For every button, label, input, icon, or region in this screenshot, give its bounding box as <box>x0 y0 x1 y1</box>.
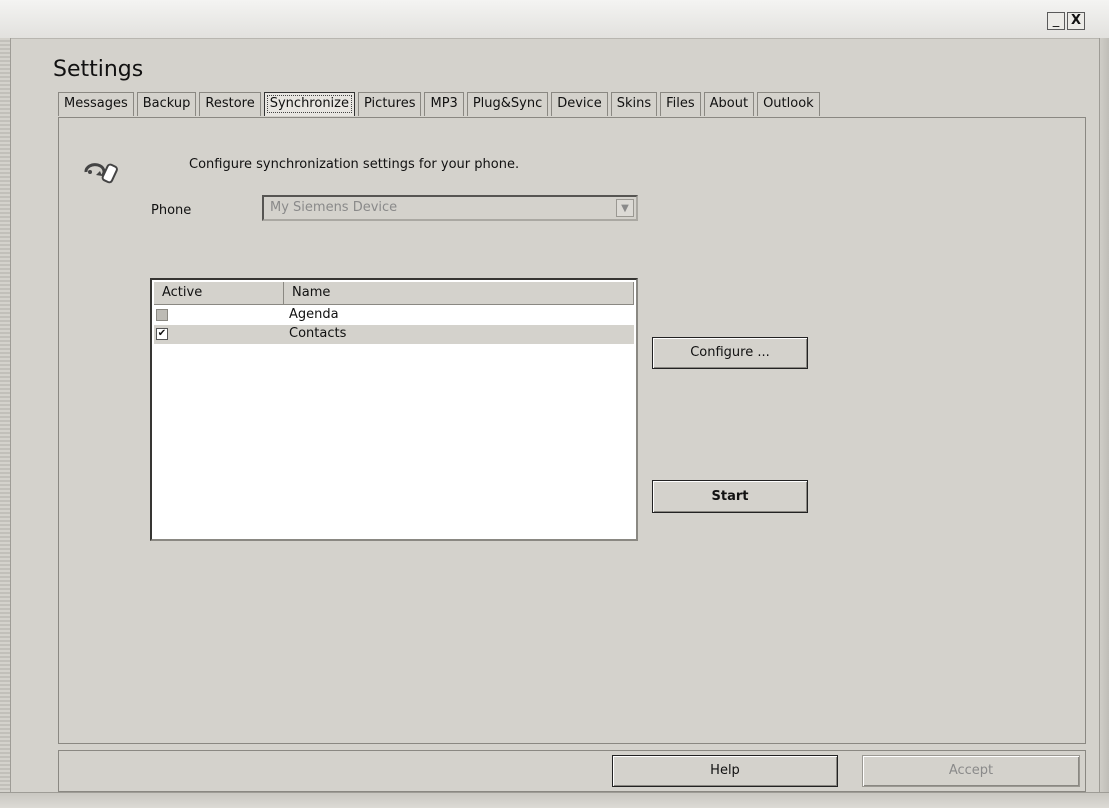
tab-bar: Messages Backup Restore Synchronize Pict… <box>58 92 823 118</box>
column-header-name[interactable]: Name <box>284 282 634 304</box>
active-checkbox[interactable]: ✔ <box>156 328 168 340</box>
tab-plugsync[interactable]: Plug&Sync <box>466 92 549 116</box>
right-frame <box>1099 38 1109 807</box>
configure-button[interactable]: Configure ... <box>652 337 808 369</box>
accept-button[interactable]: Accept <box>862 755 1080 787</box>
left-frame <box>0 38 11 807</box>
sync-phone-icon <box>84 163 118 184</box>
start-button[interactable]: Start <box>652 480 808 513</box>
tab-files[interactable]: Files <box>660 92 701 116</box>
sync-items-list: Active Name Agenda ✔ Contacts <box>150 278 638 541</box>
tab-outlook[interactable]: Outlook <box>757 92 820 116</box>
list-header: Active Name <box>154 282 634 305</box>
window-titlebar: _ X <box>0 0 1109 39</box>
list-item[interactable]: Agenda <box>154 306 634 325</box>
chevron-down-icon[interactable]: ▼ <box>616 199 634 217</box>
tab-about[interactable]: About <box>703 92 755 116</box>
close-button[interactable]: X <box>1067 12 1085 30</box>
page-title: Settings <box>53 57 144 82</box>
column-header-active[interactable]: Active <box>154 282 284 304</box>
help-button[interactable]: Help <box>612 755 838 787</box>
bottom-frame <box>0 792 1109 808</box>
tab-restore[interactable]: Restore <box>199 92 261 116</box>
phone-dropdown[interactable]: My Siemens Device ▼ <box>262 195 638 221</box>
tab-device[interactable]: Device <box>551 92 608 116</box>
item-name: Contacts <box>289 326 347 341</box>
tab-mp3[interactable]: MP3 <box>424 92 464 116</box>
tab-synchronize[interactable]: Synchronize <box>263 92 355 116</box>
item-name: Agenda <box>289 307 339 322</box>
phone-dropdown-value: My Siemens Device <box>270 200 398 215</box>
list-item[interactable]: ✔ Contacts <box>154 325 634 344</box>
tab-messages[interactable]: Messages <box>58 92 134 116</box>
tab-skins[interactable]: Skins <box>610 92 658 116</box>
active-checkbox[interactable] <box>156 309 168 321</box>
tab-backup[interactable]: Backup <box>136 92 197 116</box>
tab-pictures[interactable]: Pictures <box>358 92 422 116</box>
sync-description: Configure synchronization settings for y… <box>189 157 520 172</box>
minimize-button[interactable]: _ <box>1047 12 1065 30</box>
phone-label: Phone <box>151 203 192 218</box>
